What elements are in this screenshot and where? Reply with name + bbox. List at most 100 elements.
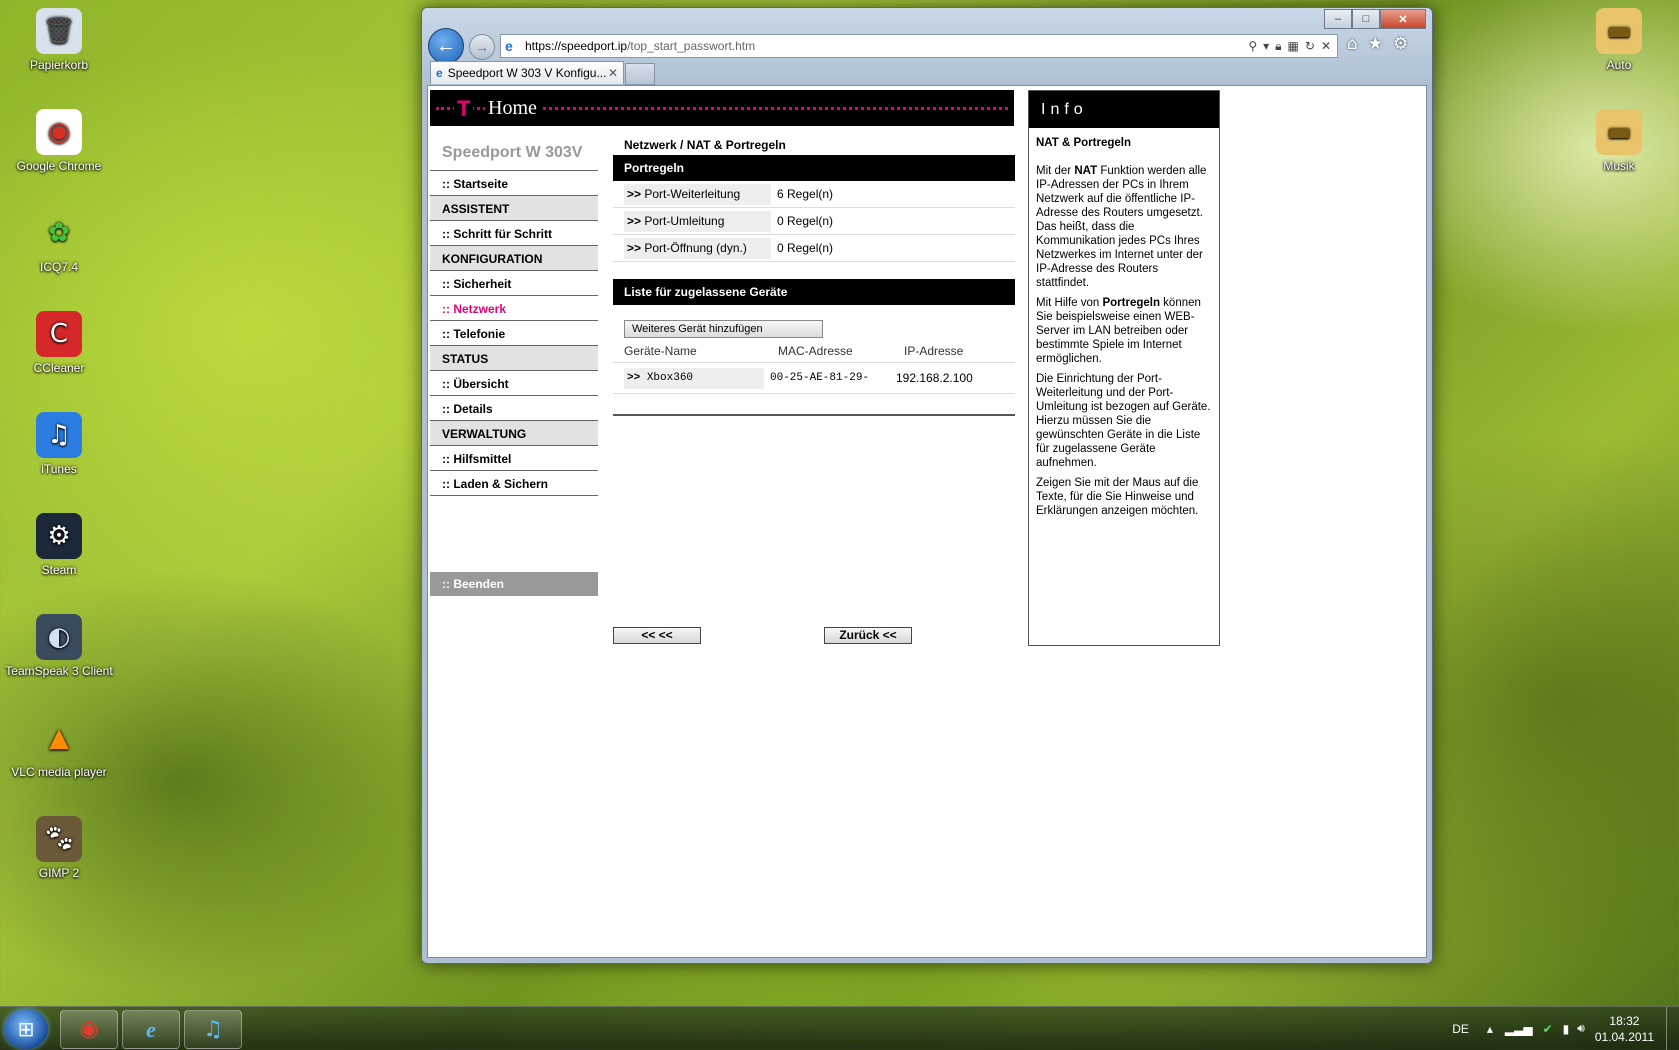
close-window-button[interactable]: ✕	[1380, 9, 1426, 29]
sidebar-link[interactable]: :: Details	[430, 396, 598, 421]
chrome-icon: ◉	[36, 109, 82, 155]
start-button[interactable]: ⊞	[4, 1009, 48, 1049]
portrule-link[interactable]: >> Port-Öffnung (dyn.)	[624, 237, 771, 259]
portrule-row: >> Port-Öffnung (dyn.) 0 Regel(n)	[613, 235, 1015, 262]
favorites-star-icon[interactable]: ★	[1368, 34, 1383, 54]
desktop-icon-ccleaner[interactable]: C CCleaner	[4, 311, 114, 375]
desktop-icon-label: ICQ7.4	[39, 260, 78, 274]
power-icon[interactable]: ▮	[1563, 1022, 1570, 1036]
device-row: >> Xbox360 00-25-AE-81-29- 192.168.2.100	[613, 363, 1015, 394]
desktop-icon-label: Auto	[1606, 58, 1632, 72]
sidebar-section: ASSISTENT	[430, 196, 598, 221]
tools-gear-icon[interactable]: ⚙	[1393, 34, 1408, 54]
new-tab-button[interactable]	[625, 63, 655, 85]
info-heading: NAT & Portregeln	[1036, 137, 1131, 149]
info-panel: Info NAT & Portregeln Mit der NAT Funkti…	[1028, 90, 1220, 646]
col-device-name: Geräte-Name	[624, 344, 697, 358]
arrow-left-icon: ←	[436, 34, 456, 57]
maximize-button[interactable]: □	[1352, 9, 1380, 29]
portrules-header: Portregeln	[613, 155, 1015, 181]
taskbar-itunes[interactable]: ♫	[184, 1010, 242, 1049]
volume-icon[interactable]: 🔊︎	[1577, 1021, 1585, 1036]
device-mac: 00-25-AE-81-29-	[770, 372, 870, 384]
icq-flower-icon: ✿	[48, 218, 70, 248]
itunes-note-icon: ♫	[36, 412, 82, 458]
vlc-cone-icon: ▲	[49, 723, 69, 753]
forward-button[interactable]: →	[469, 34, 495, 60]
address-bar[interactable]: e https://speedport.ip/top_start_passwor…	[500, 34, 1338, 58]
desktop-icon-steam[interactable]: ⚙ Steam	[4, 513, 114, 577]
portrule-link[interactable]: >> Port-Weiterleitung	[624, 183, 771, 205]
page-content: T Home Speedport W 303V :: Startseite ASS…	[427, 85, 1427, 958]
router-brand: Speedport W 303V	[430, 138, 598, 171]
desktop-icon-teamspeak[interactable]: ◐ TeamSpeak 3 Client	[4, 614, 114, 678]
home-icon[interactable]: ⌂	[1347, 34, 1358, 54]
taskbar-internet-explorer[interactable]: e	[122, 1010, 180, 1049]
desktop-icon-label: VLC media player	[11, 765, 107, 779]
desktop-icon-chrome[interactable]: ◉ Google Chrome	[4, 109, 114, 173]
ie-page-icon: e	[505, 38, 513, 54]
desktop-icon-vlc-cone[interactable]: ▲ VLC media player	[4, 715, 114, 779]
dropdown-icon[interactable]: ▾	[1263, 39, 1269, 54]
back-button[interactable]: ←	[428, 28, 464, 64]
lock-icon[interactable]: 🔒︎	[1275, 39, 1281, 54]
chrome-icon: ◉	[79, 1017, 99, 1042]
search-icon[interactable]: ⚲	[1248, 39, 1257, 54]
sidebar-section: VERWALTUNG	[430, 421, 598, 446]
arrow-right-icon: →	[475, 39, 489, 55]
desktop-icon-itunes-note[interactable]: ♫ iTunes	[4, 412, 114, 476]
col-mac: MAC-Adresse	[778, 344, 853, 358]
device-ip: 192.168.2.100	[896, 371, 973, 385]
desktop-icon-label: Musik	[1603, 159, 1635, 173]
sidebar-link[interactable]: :: Schritt für Schritt	[430, 221, 598, 246]
portrule-count: 0 Regel(n)	[777, 241, 834, 255]
compat-view-icon[interactable]: ▦	[1288, 39, 1299, 54]
desktop-icon-recycle-bin[interactable]: 🗑︎ Papierkorb	[4, 8, 114, 72]
language-indicator[interactable]: DE	[1452, 1022, 1469, 1036]
desktop-icon-label: Papierkorb	[29, 58, 89, 72]
info-paragraph-1: Mit der NAT Funktion werden alle IP-Adre…	[1036, 165, 1207, 289]
sync-check-icon[interactable]: ✔	[1543, 1022, 1553, 1036]
device-name-link[interactable]: >> Xbox360	[624, 367, 764, 389]
internet-explorer-icon: e	[146, 1016, 156, 1042]
sidebar-link[interactable]: :: Startseite	[430, 171, 598, 196]
sidebar-link[interactable]: :: Laden & Sichern	[430, 471, 598, 496]
browser-window[interactable]: – □ ✕ ← → e https://speedport.ip/top_sta…	[421, 7, 1433, 964]
portrule-count: 0 Regel(n)	[777, 214, 834, 228]
info-paragraph-3: Die Einrichtung der Port-Weiterleitung u…	[1036, 373, 1211, 469]
sidebar-section: KONFIGURATION	[430, 246, 598, 271]
sidebar-link[interactable]: :: Hilfsmittel	[430, 446, 598, 471]
info-title: Info	[1029, 91, 1219, 128]
show-desktop-button[interactable]	[1666, 1007, 1679, 1050]
sidebar-link[interactable]: :: Netzwerk	[430, 296, 598, 321]
tab-title: Speedport W 303 V Konfigu...	[447, 66, 607, 80]
url-path: /top_start_passwort.htm	[627, 39, 756, 53]
sidebar-link[interactable]: :: Telefonie	[430, 321, 598, 346]
minimize-button[interactable]: –	[1324, 9, 1352, 29]
desktop-icon-gimp[interactable]: 🐾︎ GIMP 2	[4, 816, 114, 880]
sidebar-link[interactable]: :: Übersicht	[430, 371, 598, 396]
desktop-icon-folder[interactable]: ▬ Auto	[1564, 8, 1674, 72]
show-hidden-icons-icon[interactable]: ▴	[1487, 1022, 1493, 1036]
add-device-button[interactable]: Weiteres Gerät hinzufügen	[624, 320, 823, 338]
taskbar-chrome[interactable]: ◉	[60, 1010, 118, 1049]
folder-icon: ▬	[1596, 8, 1642, 54]
windows-logo-icon: ⊞	[17, 1017, 35, 1041]
zurueck-button[interactable]: Zurück <<	[824, 627, 912, 644]
close-tab-icon[interactable]: ✕	[608, 66, 618, 80]
browser-tab[interactable]: e Speedport W 303 V Konfigu... ✕	[430, 61, 624, 84]
exit-link[interactable]: :: Beenden	[430, 572, 598, 596]
taskbar: ⊞ ◉ e ♫ DE ▴ ▂▃▅ ✔ ▮ 🔊︎ 18:32 01.04.2011	[0, 1006, 1679, 1050]
url-host: https://speedport.ip	[525, 39, 628, 53]
gimp-icon: 🐾︎	[36, 816, 82, 862]
sidebar-link[interactable]: :: Sicherheit	[430, 271, 598, 296]
stop-icon[interactable]: ✕	[1321, 39, 1331, 54]
network-signal-icon[interactable]: ▂▃▅	[1505, 1022, 1533, 1036]
back-left-button[interactable]: << <<	[613, 627, 701, 644]
steam-icon: ⚙	[36, 513, 82, 559]
portrule-link[interactable]: >> Port-Umleitung	[624, 210, 771, 232]
desktop-icon-folder[interactable]: ▬ Musik	[1564, 109, 1674, 173]
clock[interactable]: 18:32 01.04.2011	[1595, 1013, 1654, 1045]
refresh-icon[interactable]: ↻	[1305, 39, 1315, 54]
desktop-icon-icq-flower[interactable]: ✿ ICQ7.4	[4, 210, 114, 274]
